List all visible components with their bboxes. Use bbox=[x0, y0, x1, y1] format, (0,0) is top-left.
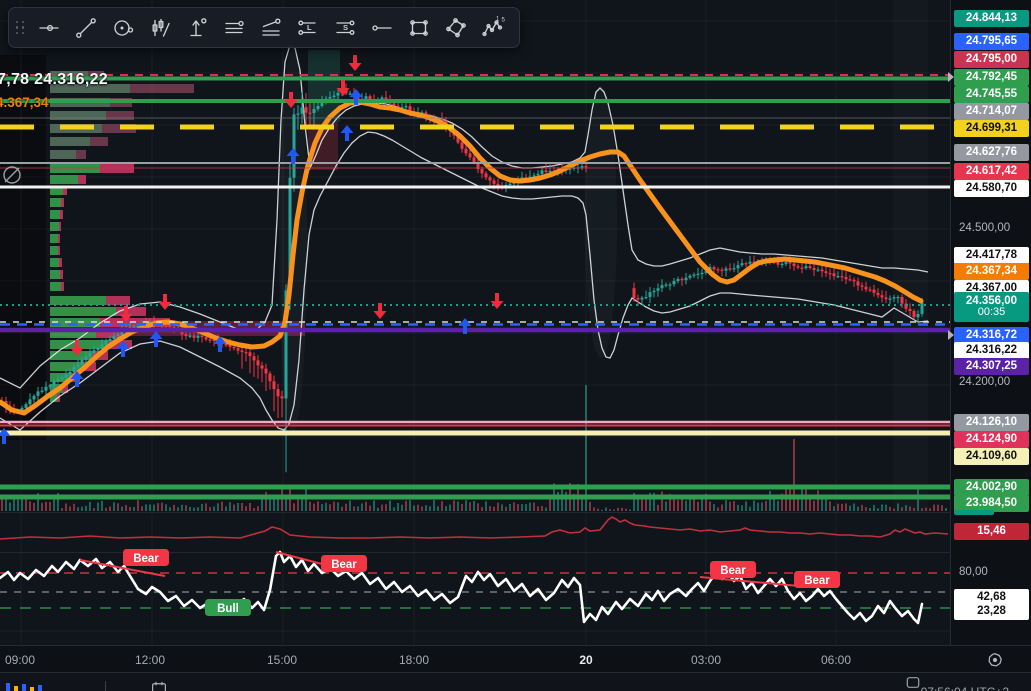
price-scale-label: 24.417,78 bbox=[954, 247, 1029, 264]
price-chart-canvas[interactable]: Bear Bear Bull Bear Bear bbox=[0, 0, 950, 645]
price-scale-label: 15,46 bbox=[954, 523, 1029, 540]
price-scale-label: 24.002,90 bbox=[954, 479, 1029, 496]
price-scale-label: 24.316,22 bbox=[954, 342, 1029, 359]
price-scale-label: 24.699,31 bbox=[954, 120, 1029, 137]
tool-parallel-channel-button[interactable] bbox=[215, 12, 252, 43]
bear-signal-label: Bear bbox=[123, 549, 169, 566]
price-label-sliver bbox=[954, 510, 994, 515]
tool-cross-line-button[interactable] bbox=[30, 12, 67, 43]
price-scale-label: 24.109,60 bbox=[954, 448, 1029, 465]
tool-time-cycle-button[interactable] bbox=[104, 12, 141, 43]
price-scale-label: 24.792,45 bbox=[954, 69, 1029, 86]
tool-short-position-button[interactable]: S bbox=[326, 12, 363, 43]
svg-text:Bear: Bear bbox=[720, 565, 746, 577]
price-scale-label: 24.126,10 bbox=[954, 414, 1029, 431]
price-scale-label: 24.745,55 bbox=[954, 86, 1029, 103]
drawing-tools-group: L S 15 bbox=[30, 12, 511, 43]
price-scale-label: 24.307,25 bbox=[954, 358, 1029, 375]
bear-signal-label: Bear bbox=[794, 571, 840, 588]
tool-trend-line-button[interactable] bbox=[67, 12, 104, 43]
bull-signal-label: Bull bbox=[205, 599, 251, 616]
trading-chart-app: Bear Bear Bull Bear Bear 7,78 24.316,22 4.36… bbox=[0, 0, 1031, 691]
tool-disjoint-channel-button[interactable] bbox=[252, 12, 289, 43]
price-scale-label: 24.356,0000:35 bbox=[954, 292, 1029, 322]
drawing-toolbar: L S 15 bbox=[8, 7, 520, 48]
drawing-price-label: 4.367,34 bbox=[0, 95, 49, 110]
toolbar-drag-handle[interactable] bbox=[14, 18, 27, 38]
bottom-toolbar: 07:56:04 UTC+2 bbox=[0, 672, 1031, 691]
price-pointer-icon bbox=[948, 72, 954, 82]
price-scale-label: 24.124,90 bbox=[954, 431, 1029, 448]
price-scale-label: 24.795,00 bbox=[954, 51, 1029, 68]
svg-text:S: S bbox=[343, 23, 348, 32]
session-clock[interactable]: 07:56:04 UTC+2 bbox=[921, 685, 1009, 691]
price-scale-label: 24.580,70 bbox=[954, 180, 1029, 197]
time-axis-label: 03:00 bbox=[691, 653, 721, 667]
tool-long-position-button[interactable]: L bbox=[289, 12, 326, 43]
price-scale-tick: 24.200,00 bbox=[959, 376, 1010, 388]
price-scale-label: 24.617,42 bbox=[954, 163, 1029, 180]
eye-off-icon[interactable] bbox=[0, 163, 24, 187]
price-scale-tick: 80,00 bbox=[959, 566, 988, 578]
tool-rectangle-button[interactable] bbox=[400, 12, 437, 43]
price-scale-label: 24.316,72 bbox=[954, 327, 1029, 344]
price-scale-label: 24.795,65 bbox=[954, 33, 1029, 50]
price-scale[interactable]: 24.844,1324.795,6524.795,0024.792,4524.7… bbox=[950, 0, 1031, 645]
price-pointer-icon bbox=[948, 330, 954, 340]
time-axis-label: 12:00 bbox=[135, 653, 165, 667]
time-axis-label: 06:00 bbox=[821, 653, 851, 667]
price-scale-label: 24.367,34 bbox=[954, 263, 1029, 280]
tool-bars-pattern-button[interactable] bbox=[141, 12, 178, 43]
time-axis-label: 15:00 bbox=[267, 653, 297, 667]
time-axis-label: 09:00 bbox=[5, 653, 35, 667]
chart-settings-gear-icon[interactable] bbox=[985, 650, 1007, 670]
time-axis-label: 20 bbox=[579, 653, 592, 667]
price-scale-tick: 24.500,00 bbox=[959, 222, 1010, 234]
bear-signal-label: Bear bbox=[710, 561, 756, 578]
svg-text:Bull: Bull bbox=[217, 603, 239, 615]
calendar-icon[interactable] bbox=[150, 680, 168, 691]
price-scale-label: 24.627,76 bbox=[954, 144, 1029, 161]
tool-vertical-arrow-button[interactable] bbox=[178, 12, 215, 43]
tool-elliott-wave-button[interactable]: 15 bbox=[474, 12, 511, 43]
tool-horizontal-ray-button[interactable] bbox=[363, 12, 400, 43]
svg-text:Bear: Bear bbox=[133, 553, 159, 565]
tool-polygon-button[interactable] bbox=[437, 12, 474, 43]
mini-histogram-icon[interactable] bbox=[6, 681, 52, 691]
svg-text:1: 1 bbox=[496, 16, 500, 22]
time-axis[interactable]: 09:00 12:00 15:00 18:00 20 03:00 06:00 bbox=[0, 645, 1031, 672]
price-scale-label: 23,28 bbox=[954, 603, 1029, 620]
panel-toggle-icon[interactable] bbox=[906, 676, 920, 691]
bear-signal-label: Bear bbox=[321, 555, 367, 572]
price-scale-label: 24.714,07 bbox=[954, 103, 1029, 120]
price-scale-label: 24.844,13 bbox=[954, 10, 1029, 27]
svg-text:Bear: Bear bbox=[331, 559, 357, 571]
toolbar-divider bbox=[105, 681, 106, 691]
price-scale-label: 23.984,50 bbox=[954, 495, 1029, 512]
svg-text:Bear: Bear bbox=[804, 575, 830, 587]
svg-text:5: 5 bbox=[501, 17, 505, 23]
svg-text:L: L bbox=[307, 23, 312, 32]
time-axis-label: 18:00 bbox=[399, 653, 429, 667]
position-tool-price-label: 7,78 24.316,22 bbox=[0, 71, 108, 89]
